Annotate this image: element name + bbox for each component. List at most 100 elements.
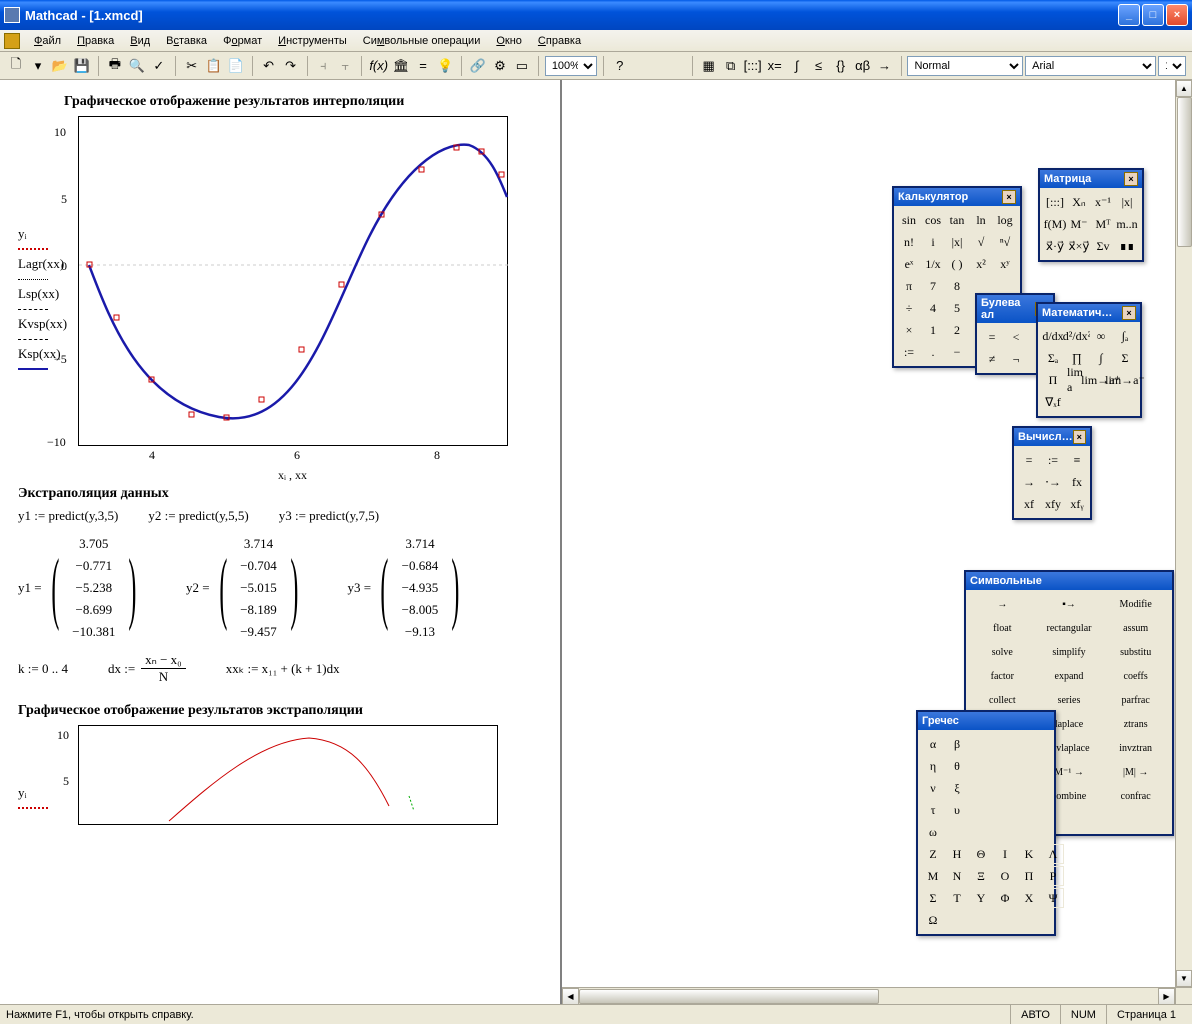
palette-button[interactable]: ∫ₐ <box>1114 326 1136 346</box>
palette-button[interactable]: π <box>898 276 920 296</box>
palette-button[interactable]: assum <box>1103 618 1168 638</box>
palette-button[interactable]: factor <box>970 666 1035 686</box>
new-button[interactable]: 🗋 <box>6 55 26 77</box>
palette-button[interactable]: sin <box>898 210 920 230</box>
palette-button[interactable]: ∫ <box>1090 348 1112 368</box>
palette-button[interactable]: υ <box>946 800 968 820</box>
calc-button[interactable]: = <box>413 55 433 77</box>
menu-file[interactable]: Файл <box>26 33 69 49</box>
palette-button[interactable]: θ <box>946 756 968 776</box>
palette-button[interactable]: 5 <box>946 298 968 318</box>
eval-palette[interactable]: Вычисл…× =:=≡→⋅→fxxfxfyxfᵧ <box>1012 426 1092 520</box>
region-button[interactable]: ▭ <box>512 55 532 77</box>
palette-button[interactable]: → <box>970 594 1035 614</box>
fx-button[interactable]: f(x) <box>368 55 389 77</box>
palette-button[interactable]: Xₙ <box>1068 192 1090 212</box>
palette-button[interactable]: expand <box>1037 666 1102 686</box>
palette-button[interactable]: d²/dx² <box>1066 326 1088 346</box>
math-close-icon[interactable]: × <box>1122 306 1136 320</box>
palette-button[interactable]: Σ <box>1114 348 1136 368</box>
matrix-close-icon[interactable]: × <box>1124 172 1138 186</box>
palette-button[interactable]: Σₐ <box>1042 348 1064 368</box>
palette-button[interactable]: Σv <box>1092 236 1114 256</box>
palette-button[interactable]: xfy <box>1042 494 1064 514</box>
symb-palette-button[interactable]: → <box>875 55 895 77</box>
vertical-scrollbar[interactable]: ▲ ▼ <box>1175 80 1192 987</box>
open-button[interactable]: 📂 <box>50 55 70 77</box>
spell-button[interactable]: ✓ <box>149 55 169 77</box>
palette-button[interactable]: Π <box>1042 370 1064 390</box>
palette-button[interactable]: M⁻ <box>1068 214 1090 234</box>
palette-button[interactable]: xfᵧ <box>1066 494 1088 514</box>
scroll-up-icon[interactable]: ▲ <box>1176 80 1192 97</box>
palette-button[interactable]: m..n <box>1116 214 1138 234</box>
palette-button[interactable]: ln <box>970 210 992 230</box>
palette-button[interactable]: confrac <box>1103 786 1168 806</box>
palette-button[interactable]: Φ <box>994 888 1016 908</box>
calculus-palette-button[interactable]: ∫ <box>787 55 807 77</box>
palette-button[interactable]: η <box>922 756 944 776</box>
palette-button[interactable]: rectangular <box>1037 618 1102 638</box>
save-button[interactable]: 💾 <box>72 55 92 77</box>
palette-button[interactable]: I <box>994 844 1016 864</box>
palette-button[interactable]: solve <box>970 642 1035 662</box>
style-combo[interactable]: Normal <box>907 56 1023 76</box>
eval-palette-button[interactable]: x= <box>765 55 785 77</box>
palette-button[interactable]: xf <box>1018 494 1040 514</box>
palette-button[interactable]: Mᵀ <box>1092 214 1114 234</box>
palette-button[interactable]: T <box>946 888 968 908</box>
palette-button[interactable]: ≡ <box>1066 450 1088 470</box>
palette-button[interactable]: 8 <box>946 276 968 296</box>
palette-button[interactable]: K <box>1018 844 1040 864</box>
help-button[interactable]: ? <box>610 55 630 77</box>
matrix-palette-button[interactable]: [:::] <box>743 55 763 77</box>
palette-button[interactable]: × <box>898 320 920 340</box>
palette-button[interactable]: < <box>1005 327 1027 347</box>
palette-button[interactable]: ξ <box>946 778 968 798</box>
palette-button[interactable]: cos <box>922 210 944 230</box>
palette-button[interactable]: ⁿ√ <box>994 232 1016 252</box>
lightbulb-button[interactable]: 💡 <box>435 55 455 77</box>
palette-button[interactable]: P <box>1042 866 1064 886</box>
palette-button[interactable]: ν <box>922 778 944 798</box>
palette-button[interactable]: Ψ <box>1042 888 1064 908</box>
palette-button[interactable]: 4 <box>922 298 944 318</box>
palette-button[interactable]: tan <box>946 210 968 230</box>
font-combo[interactable]: Arial <box>1025 56 1156 76</box>
palette-button[interactable]: x⃗·y⃗ <box>1044 236 1066 256</box>
palette-button[interactable]: Σ <box>922 888 944 908</box>
palette-button[interactable]: O <box>994 866 1016 886</box>
palette-button[interactable]: N <box>946 866 968 886</box>
maximize-button[interactable]: □ <box>1142 4 1164 26</box>
cut-button[interactable]: ✂ <box>182 55 202 77</box>
menu-tools[interactable]: Инструменты <box>270 33 355 49</box>
palette-button[interactable]: Υ <box>970 888 992 908</box>
palette-button[interactable]: ¬ <box>1005 349 1027 369</box>
palette-button[interactable]: √ <box>970 232 992 252</box>
palette-button[interactable]: := <box>898 342 920 362</box>
copy-button[interactable]: 📋 <box>204 55 224 77</box>
palette-button[interactable]: n! <box>898 232 920 252</box>
palette-button[interactable]: Λ <box>1042 844 1064 864</box>
greek-palette-button[interactable]: αβ <box>853 55 873 77</box>
palette-button[interactable]: = <box>981 327 1003 347</box>
palette-button[interactable]: Z <box>922 844 944 864</box>
palette-button[interactable]: log <box>994 210 1016 230</box>
palette-button[interactable]: Ω <box>922 910 944 930</box>
palette-button[interactable]: 1/x <box>922 254 944 274</box>
palette-button[interactable]: x⃗×y⃗ <box>1068 236 1090 256</box>
palette-button[interactable]: ztrans <box>1103 714 1168 734</box>
math-palette[interactable]: Математич…× d/dxd²/dx²∞∫ₐΣₐ∏∫ΣΠlim alim→… <box>1036 302 1142 418</box>
palette-button[interactable]: parfrac <box>1103 690 1168 710</box>
bool-palette-button[interactable]: ≤ <box>809 55 829 77</box>
palette-button[interactable]: ∎∎ <box>1116 236 1138 256</box>
palette-button[interactable]: lim→a⁻ <box>1114 370 1136 390</box>
palette-button[interactable]: ∇ₓf <box>1042 392 1064 412</box>
menu-edit[interactable]: Правка <box>69 33 122 49</box>
menu-window[interactable]: Окно <box>488 33 530 49</box>
palette-button[interactable]: collect <box>970 690 1035 710</box>
graph-palette-button[interactable]: ⧉ <box>721 55 741 77</box>
hscroll-thumb[interactable] <box>579 989 879 1004</box>
document-panel[interactable]: Графическое отображение результатов инте… <box>0 80 560 1004</box>
palette-button[interactable]: |M| → <box>1103 762 1168 782</box>
